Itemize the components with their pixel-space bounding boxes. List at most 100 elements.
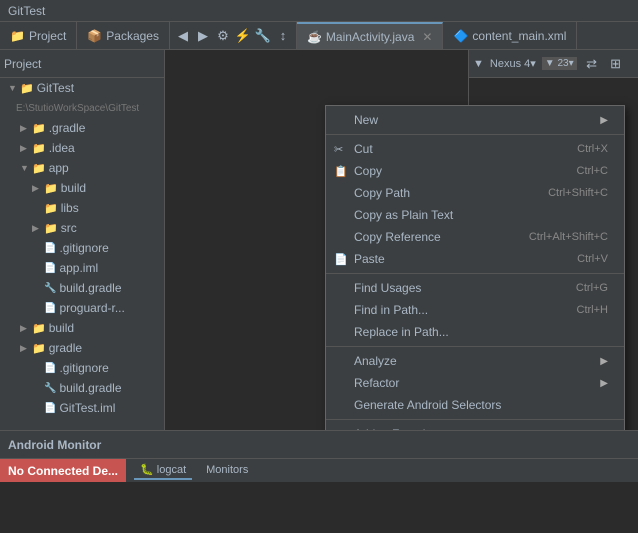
menu-find-path-shortcut: Ctrl+H bbox=[577, 304, 608, 316]
xml-icon: 🔷 bbox=[453, 29, 468, 43]
toolbar-btn-1[interactable]: ◀ bbox=[174, 27, 192, 45]
toolbar-btn-2[interactable]: ▶ bbox=[194, 27, 212, 45]
tree-gitignore-root-label: .gitignore bbox=[59, 361, 108, 375]
tree-src[interactable]: ▶ 📁 src bbox=[0, 218, 164, 238]
project-tree: ▼ 📁 GitTest E:\StutioWorkSpace\GitTest ▶… bbox=[0, 78, 164, 430]
tree-gradle-label: .gradle bbox=[49, 121, 86, 135]
tab-packages-label: Packages bbox=[106, 29, 159, 43]
no-device-text: No Connected De... bbox=[8, 464, 118, 478]
menu-find-usages-label: Find Usages bbox=[354, 281, 556, 295]
tree-build-gradle[interactable]: 🔧 build.gradle bbox=[0, 278, 164, 298]
android-monitor-title: Android Monitor bbox=[8, 438, 101, 452]
tree-arrow-build-app: ▶ bbox=[32, 183, 44, 194]
project-toolbar: Project bbox=[0, 50, 164, 78]
menu-item-cut[interactable]: ✂ Cut Ctrl+X bbox=[326, 138, 624, 160]
close-tab-icon[interactable]: ✕ bbox=[422, 30, 432, 44]
tree-idea[interactable]: ▶ 📁 .idea bbox=[0, 138, 164, 158]
tree-arrow-gradle-root: ▶ bbox=[20, 343, 32, 354]
context-menu: New ▶ ✂ Cut Ctrl+X 📋 Copy Ctrl+C Copy Pa… bbox=[325, 105, 625, 430]
file-icon-gitignore-app: 📄 bbox=[44, 243, 56, 254]
rotate-btn[interactable]: ⇄ bbox=[583, 55, 601, 73]
menu-copy-label: Copy bbox=[354, 164, 557, 178]
tab-packages[interactable]: 📦 Packages bbox=[77, 22, 170, 49]
folder-icon-build-app: 📁 bbox=[44, 182, 58, 195]
file-icon-app-iml: 📄 bbox=[44, 263, 56, 274]
toolbar-btn-5[interactable]: 🔧 bbox=[254, 27, 272, 45]
editor-tab-content-label: content_main.xml bbox=[472, 29, 566, 43]
menu-section-find: Find Usages Ctrl+G Find in Path... Ctrl+… bbox=[326, 274, 624, 347]
menu-paste-shortcut: Ctrl+V bbox=[577, 253, 608, 265]
tree-app-iml[interactable]: 📄 app.iml bbox=[0, 258, 164, 278]
main-area: Project ▼ 📁 GitTest E:\StutioWorkSpace\G… bbox=[0, 50, 638, 430]
tree-gitignore-root[interactable]: 📄 .gitignore bbox=[0, 358, 164, 378]
tree-build-gradle-root-label: build.gradle bbox=[59, 381, 121, 395]
menu-copy-ref-label: Copy Reference bbox=[354, 230, 509, 244]
no-device-badge: No Connected De... bbox=[0, 459, 126, 482]
tree-gradle-root[interactable]: ▶ 📁 gradle bbox=[0, 338, 164, 358]
zoom-btn[interactable]: ⊞ bbox=[607, 55, 625, 73]
tree-gradle[interactable]: ▶ 📁 .gradle bbox=[0, 118, 164, 138]
toolbar-btn-3[interactable]: ⚙ bbox=[214, 27, 232, 45]
menu-item-add-favorites[interactable]: Add to Favorites bbox=[326, 423, 624, 430]
folder-icon-idea: 📁 bbox=[32, 142, 46, 155]
folder-icon: 📁 bbox=[10, 29, 25, 43]
menu-item-find-path[interactable]: Find in Path... Ctrl+H bbox=[326, 299, 624, 321]
tree-build-gradle-root[interactable]: 🔧 build.gradle bbox=[0, 378, 164, 398]
gradle-icon-root: 🔧 bbox=[44, 383, 56, 394]
menu-replace-path-label: Replace in Path... bbox=[354, 325, 608, 339]
submenu-arrow-new: ▶ bbox=[600, 115, 608, 126]
app-title: GitTest bbox=[8, 4, 45, 18]
folder-icon-src: 📁 bbox=[44, 222, 58, 235]
menu-item-find-usages[interactable]: Find Usages Ctrl+G bbox=[326, 277, 624, 299]
monitors-label: Monitors bbox=[206, 464, 248, 476]
menu-refactor-label: Refactor bbox=[354, 376, 592, 390]
editor-tab-content-main[interactable]: 🔷 content_main.xml bbox=[443, 22, 577, 49]
menu-section-favorites: Add to Favorites Show Image Thumbnails bbox=[326, 420, 624, 430]
toolbar-btn-4[interactable]: ⚡ bbox=[234, 27, 252, 45]
cut-icon: ✂ bbox=[334, 143, 343, 156]
menu-find-path-label: Find in Path... bbox=[354, 303, 557, 317]
copy-icon: 📋 bbox=[334, 165, 348, 178]
folder-icon-app: 📁 bbox=[32, 162, 46, 175]
menu-item-paste[interactable]: 📄 Paste Ctrl+V bbox=[326, 248, 624, 270]
tree-build-app[interactable]: ▶ 📁 build bbox=[0, 178, 164, 198]
tree-build-root[interactable]: ▶ 📁 build bbox=[0, 318, 164, 338]
tree-gittest-iml[interactable]: 📄 GitTest.iml bbox=[0, 398, 164, 418]
tree-libs[interactable]: 📁 libs bbox=[0, 198, 164, 218]
menu-item-copy[interactable]: 📋 Copy Ctrl+C bbox=[326, 160, 624, 182]
tree-app-iml-label: app.iml bbox=[59, 261, 98, 275]
monitor-tab-logcat[interactable]: 🐛 logcat bbox=[134, 461, 192, 480]
menu-item-analyze[interactable]: Analyze ▶ bbox=[326, 350, 624, 372]
monitor-tabs-row: 🐛 logcat Monitors bbox=[126, 459, 262, 482]
menu-new-label: New bbox=[354, 113, 592, 127]
menu-item-copy-ref[interactable]: Copy Reference Ctrl+Alt+Shift+C bbox=[326, 226, 624, 248]
menu-section-analyze: Analyze ▶ Refactor ▶ Generate Android Se… bbox=[326, 347, 624, 420]
editor-area: New ▶ ✂ Cut Ctrl+X 📋 Copy Ctrl+C Copy Pa… bbox=[165, 50, 638, 430]
tree-path-label: E:\StutioWorkSpace\GitTest bbox=[16, 103, 139, 114]
tree-app[interactable]: ▼ 📁 app bbox=[0, 158, 164, 178]
tree-build-app-label: build bbox=[61, 181, 86, 195]
logcat-icon: 🐛 bbox=[140, 464, 154, 476]
editor-tab-bar: 📁 Project 📦 Packages ◀ ▶ ⚙ ⚡ 🔧 ↕ ☕ MainA… bbox=[0, 22, 638, 50]
menu-item-copy-path[interactable]: Copy Path Ctrl+Shift+C bbox=[326, 182, 624, 204]
menu-item-copy-plain[interactable]: Copy as Plain Text bbox=[326, 204, 624, 226]
tree-gitignore-app[interactable]: 📄 .gitignore bbox=[0, 238, 164, 258]
tree-gradle-root-label: gradle bbox=[49, 341, 82, 355]
tree-proguard[interactable]: 📄 proguard-r... bbox=[0, 298, 164, 318]
menu-item-gen-android[interactable]: Generate Android Selectors bbox=[326, 394, 624, 416]
menu-item-new[interactable]: New ▶ bbox=[326, 109, 624, 131]
tab-project[interactable]: 📁 Project bbox=[0, 22, 77, 49]
menu-item-replace-path[interactable]: Replace in Path... bbox=[326, 321, 624, 343]
editor-tab-main-activity[interactable]: ☕ MainActivity.java ✕ bbox=[297, 22, 444, 49]
tab-project-label: Project bbox=[29, 29, 66, 43]
tree-gitignore-app-label: .gitignore bbox=[59, 241, 108, 255]
tree-path: E:\StutioWorkSpace\GitTest bbox=[0, 98, 164, 118]
menu-item-refactor[interactable]: Refactor ▶ bbox=[326, 372, 624, 394]
api-badge: ▼ 23▾ bbox=[542, 57, 577, 70]
monitor-tab-monitors[interactable]: Monitors bbox=[200, 462, 254, 480]
tree-arrow-app: ▼ bbox=[20, 163, 32, 173]
tree-root[interactable]: ▼ 📁 GitTest bbox=[0, 78, 164, 98]
tree-arrow-src: ▶ bbox=[32, 223, 44, 234]
folder-icon-libs: 📁 bbox=[44, 202, 58, 215]
toolbar-btn-6[interactable]: ↕ bbox=[274, 27, 292, 45]
